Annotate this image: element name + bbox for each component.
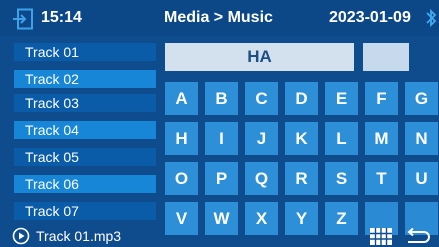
back-icon[interactable] [402,228,430,245]
key-f[interactable]: F [365,82,398,115]
track-item[interactable]: Track 06 [14,175,156,193]
track-item[interactable]: Track 07 [14,202,156,220]
key-j[interactable]: J [245,122,278,155]
key-p[interactable]: P [205,162,238,195]
track-item[interactable]: Track 02 [14,70,156,88]
key-l[interactable]: L [325,122,358,155]
onscreen-keyboard: HA A B C D E F G H I J K L M N O P Q R S… [165,43,439,235]
keyboard-grid-icon[interactable] [370,228,392,245]
play-icon[interactable] [12,227,30,245]
exit-icon[interactable] [12,8,34,30]
track-item[interactable]: Track 04 [14,121,156,139]
input-side-panel [363,43,409,71]
key-m[interactable]: M [365,122,398,155]
track-item[interactable]: Track 03 [14,94,156,112]
key-r[interactable]: R [285,162,318,195]
page-title: Media > Music [164,9,273,26]
key-k[interactable]: K [285,122,318,155]
key-e[interactable]: E [325,82,358,115]
status-bar: 15:14 Media > Music 2023-01-09 [0,0,439,36]
key-s[interactable]: S [325,162,358,195]
key-i[interactable]: I [205,122,238,155]
track-item[interactable]: Track 01 [14,43,156,61]
key-h[interactable]: H [165,122,198,155]
key-c[interactable]: C [245,82,278,115]
key-u[interactable]: U [405,162,438,195]
now-playing-label: Track 01.mp3 [36,228,122,244]
key-g[interactable]: G [405,82,438,115]
media-music-screen: 15:14 Media > Music 2023-01-09 Track 01 … [0,0,439,247]
key-d[interactable]: D [285,82,318,115]
key-b[interactable]: B [205,82,238,115]
key-q[interactable]: Q [245,162,278,195]
track-item[interactable]: Track 05 [14,148,156,166]
search-input[interactable]: HA [165,43,354,71]
key-t[interactable]: T [365,162,398,195]
date: 2023-01-09 [329,9,411,26]
key-n[interactable]: N [405,122,438,155]
key-a[interactable]: A [165,82,198,115]
key-o[interactable]: O [165,162,198,195]
bluetooth-icon[interactable] [426,8,437,28]
playback-bar: Track 01.mp3 [0,226,439,247]
clock: 15:14 [41,9,82,26]
